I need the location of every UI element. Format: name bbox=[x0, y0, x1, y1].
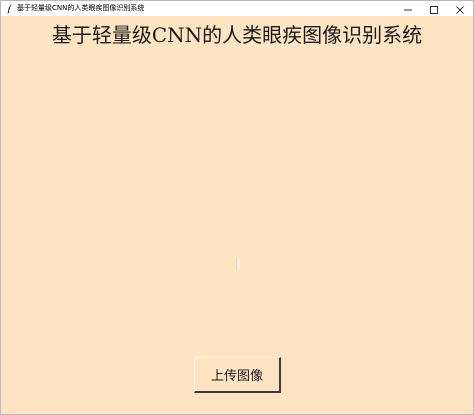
upload-image-button[interactable]: 上传图像 bbox=[194, 357, 281, 393]
feather-icon bbox=[7, 3, 13, 14]
page-title: 基于轻量级CNN的人类眼疾图像识别系统 bbox=[51, 23, 423, 47]
window-controls bbox=[395, 1, 473, 16]
minimize-button[interactable] bbox=[395, 1, 421, 16]
window-title: 基于轻量级CNN的人类眼疾图像识别系统 bbox=[17, 4, 145, 12]
main-content: 基于轻量级CNN的人类眼疾图像识别系统 上传图像 bbox=[1, 16, 473, 414]
app-window: 基于轻量级CNN的人类眼疾图像识别系统 基于轻量级CNN的人类眼疾图像识别系统 … bbox=[0, 0, 474, 415]
close-button[interactable] bbox=[447, 1, 473, 16]
maximize-button[interactable] bbox=[421, 1, 447, 16]
title-bar[interactable]: 基于轻量级CNN的人类眼疾图像识别系统 bbox=[1, 1, 473, 16]
image-display-area bbox=[236, 259, 240, 269]
